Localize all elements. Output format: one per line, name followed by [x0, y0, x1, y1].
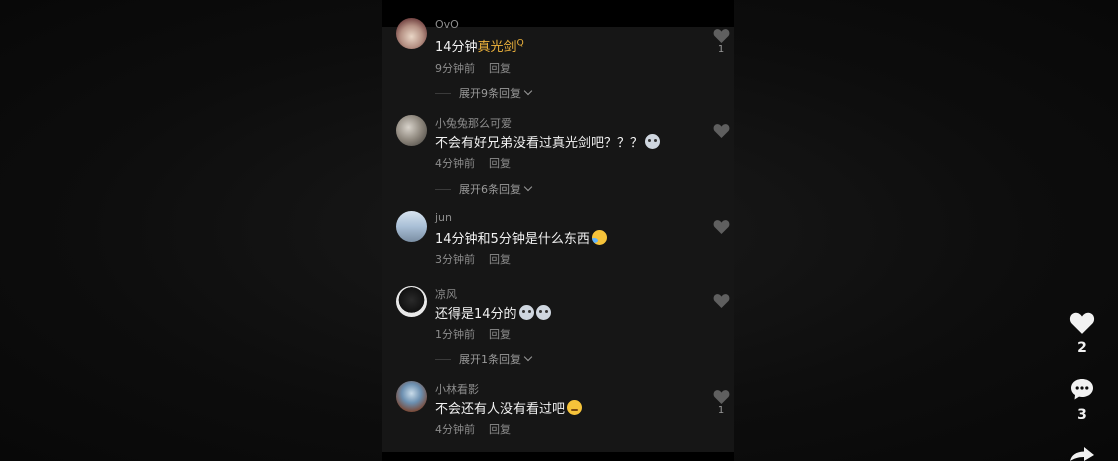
comment-like-count: 1: [717, 405, 725, 416]
comment-text-body: 不会还有人没有看过吧: [435, 402, 566, 417]
comment-text-body: 14分钟和5分钟是什么东西: [435, 232, 590, 247]
expand-replies-button[interactable]: 展开6条回复: [435, 181, 533, 197]
comment-text: 14分钟和5分钟是什么东西: [435, 228, 607, 247]
comment-time: 1分钟前: [435, 328, 475, 341]
reply-button[interactable]: 回复: [489, 328, 511, 341]
comment-username[interactable]: jun: [435, 211, 452, 224]
speech-bubble-icon: [1071, 379, 1093, 400]
video-comment-button[interactable]: 3: [1064, 378, 1100, 423]
search-highlight-link[interactable]: 真光剑: [478, 40, 517, 55]
panel-bottom-bar: [382, 452, 734, 461]
cat-emoji-icon: [535, 305, 551, 320]
comment-meta: 4分钟前 回复: [435, 155, 511, 171]
reply-button[interactable]: 回复: [489, 423, 511, 436]
divider-line: [435, 188, 451, 190]
heart-icon: [713, 390, 729, 404]
comment-meta: 3分钟前 回复: [435, 251, 511, 267]
comment-text: 14分钟真光剑Q: [435, 36, 524, 55]
divider-line: [435, 358, 451, 360]
chevron-down-icon: [523, 86, 533, 96]
comment-time: 4分钟前: [435, 157, 475, 170]
cat-emoji-icon: [645, 134, 661, 149]
comment-like-button[interactable]: [712, 293, 730, 308]
comments-panel: OvO 14分钟真光剑Q 9分钟前 回复 展开9条回复 1 小兔兔那么可爱 不会有…: [382, 0, 734, 461]
comment-text-prefix: 14分钟: [435, 40, 478, 55]
comment-time: 9分钟前: [435, 62, 475, 75]
comment-username[interactable]: 小兔兔那么可爱: [435, 115, 512, 131]
video-like-button[interactable]: 2: [1064, 311, 1100, 356]
comment-meta: 9分钟前 回复: [435, 60, 511, 76]
comment-meta: 4分钟前 回复: [435, 421, 511, 437]
comment-text-body: 不会有好兄弟没看过真光剑吧？？？: [435, 136, 644, 151]
expand-replies-label: 展开1条回复: [459, 353, 521, 366]
expand-replies-label: 展开6条回复: [459, 183, 521, 196]
chevron-down-icon: [523, 182, 533, 192]
heart-icon: [713, 29, 729, 43]
heart-icon: [713, 294, 729, 308]
comment-text-body: 还得是14分的: [435, 307, 517, 322]
comment-text: 还得是14分的: [435, 303, 551, 322]
comment-text: 不会有好兄弟没看过真光剑吧？？？: [435, 132, 661, 151]
comment-time: 4分钟前: [435, 423, 475, 436]
search-icon: Q: [516, 38, 524, 49]
video-actions-sidebar: 2: [1064, 311, 1100, 356]
comment-like-button[interactable]: [712, 123, 730, 138]
comment-meta: 1分钟前 回复: [435, 326, 511, 342]
video-comment-sidebar: 3: [1064, 378, 1100, 423]
comment-like-button[interactable]: 1: [712, 28, 730, 55]
video-comment-count: 3: [1077, 407, 1087, 423]
reply-button[interactable]: 回复: [489, 253, 511, 266]
video-like-count: 2: [1077, 340, 1087, 356]
cat-emoji-icon: [518, 305, 534, 320]
comment-time: 3分钟前: [435, 253, 475, 266]
avatar[interactable]: [396, 286, 427, 317]
avatar[interactable]: [396, 211, 427, 242]
avatar[interactable]: [396, 381, 427, 412]
laughing-tears-emoji-icon: [591, 230, 607, 245]
expand-replies-button[interactable]: 展开9条回复: [435, 85, 533, 101]
video-share-sidebar: [1064, 447, 1100, 461]
heart-icon: [713, 124, 729, 138]
expand-replies-button[interactable]: 展开1条回复: [435, 351, 533, 367]
reply-button[interactable]: 回复: [489, 62, 511, 75]
comment-text: 不会还有人没有看过吧: [435, 398, 583, 417]
share-arrow-icon: [1070, 447, 1094, 461]
comment-like-count: 1: [717, 44, 725, 55]
smirk-emoji-icon: [567, 400, 583, 415]
expand-replies-label: 展开9条回复: [459, 87, 521, 100]
comment-like-button[interactable]: [712, 219, 730, 234]
comment-like-button[interactable]: 1: [712, 389, 730, 416]
reply-button[interactable]: 回复: [489, 157, 511, 170]
video-share-button[interactable]: [1064, 447, 1100, 461]
heart-icon: [713, 220, 729, 234]
divider-line: [435, 92, 451, 94]
comment-username[interactable]: 小林看影: [435, 381, 479, 397]
heart-icon: [1069, 312, 1095, 334]
avatar[interactable]: [396, 18, 427, 49]
chevron-down-icon: [523, 352, 533, 362]
comment-username[interactable]: OvO: [435, 18, 459, 31]
comment-username[interactable]: 凉风: [435, 286, 457, 302]
avatar[interactable]: [396, 115, 427, 146]
